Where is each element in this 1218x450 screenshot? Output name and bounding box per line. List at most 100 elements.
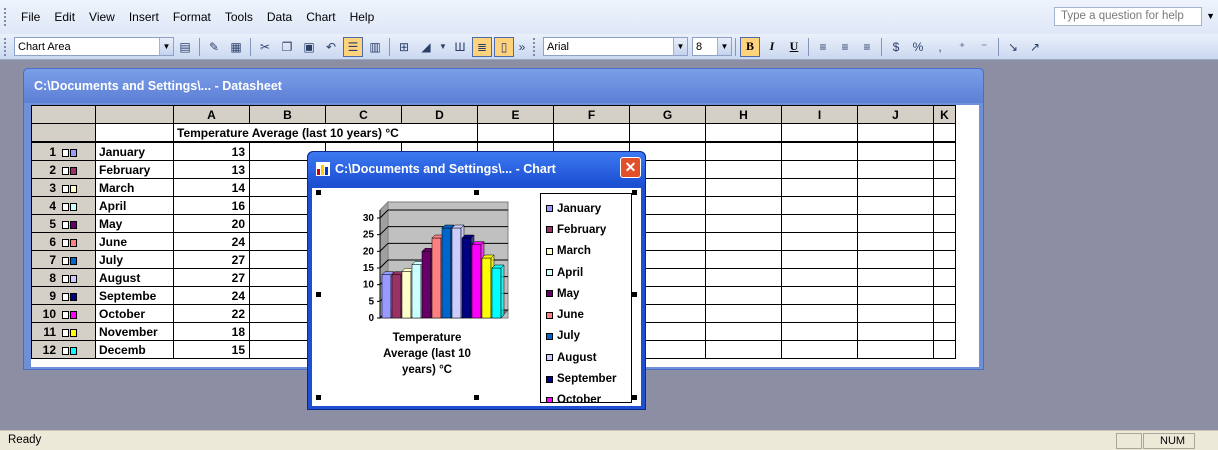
cell[interactable]: [781, 286, 858, 305]
bold-button[interactable]: B: [740, 36, 760, 57]
cell[interactable]: [705, 340, 782, 359]
cell[interactable]: [629, 123, 706, 142]
cell[interactable]: [705, 142, 782, 161]
row-header[interactable]: 6: [31, 232, 96, 251]
selection-handle[interactable]: [474, 395, 479, 400]
cut-icon[interactable]: ✂: [255, 37, 275, 57]
chart-plot[interactable]: 30 25 20 15 10 5 0: [312, 188, 540, 328]
value-cell[interactable]: 14: [173, 178, 250, 197]
column-header-e[interactable]: E: [477, 105, 554, 124]
legend-item[interactable]: June: [546, 304, 631, 325]
cell[interactable]: [857, 196, 934, 215]
undo-icon[interactable]: ↶: [321, 37, 341, 57]
row-label-cell[interactable]: February: [95, 160, 174, 179]
legend-item[interactable]: May: [546, 283, 631, 304]
row-label-cell[interactable]: November: [95, 322, 174, 341]
chart-type-icon[interactable]: ◢: [416, 37, 436, 57]
row-label-cell[interactable]: April: [95, 196, 174, 215]
column-header-h[interactable]: H: [705, 105, 782, 124]
cell[interactable]: [781, 160, 858, 179]
value-cell[interactable]: 16: [173, 196, 250, 215]
cell[interactable]: [857, 142, 934, 161]
column-header-d[interactable]: D: [401, 105, 478, 124]
column-header-j[interactable]: J: [857, 105, 934, 124]
comma-style-icon[interactable]: ,: [930, 37, 950, 57]
cell[interactable]: [781, 142, 858, 161]
align-left-icon[interactable]: ≡: [813, 37, 833, 57]
column-header-c[interactable]: C: [325, 105, 402, 124]
selection-handle[interactable]: [632, 395, 637, 400]
row-header[interactable]: 1: [31, 142, 96, 161]
cell[interactable]: [857, 268, 934, 287]
cell[interactable]: [857, 340, 934, 359]
selection-handle[interactable]: [632, 190, 637, 195]
cell[interactable]: [95, 123, 174, 142]
cell[interactable]: [781, 304, 858, 323]
row-label-cell[interactable]: July: [95, 250, 174, 269]
row-label-cell[interactable]: March: [95, 178, 174, 197]
currency-style-icon[interactable]: $: [886, 37, 906, 57]
cell[interactable]: [705, 268, 782, 287]
row-label-cell[interactable]: October: [95, 304, 174, 323]
value-cell[interactable]: 27: [173, 268, 250, 287]
chart-titlebar[interactable]: C:\Documents and Settings\... - Chart: [308, 152, 645, 185]
format-chart-area-icon[interactable]: ▤: [175, 37, 195, 57]
menu-chart[interactable]: Chart: [299, 7, 342, 27]
view-datasheet-icon[interactable]: ▦: [226, 37, 246, 57]
cell[interactable]: [705, 304, 782, 323]
row-header[interactable]: 9: [31, 286, 96, 305]
toolbar-grip[interactable]: [4, 37, 10, 56]
chart-legend[interactable]: January February March April May June July Augu…: [540, 193, 632, 403]
series-label-cell[interactable]: Temperature Average (last 10 years) °C: [173, 123, 478, 142]
cell[interactable]: [933, 322, 956, 341]
cell[interactable]: [857, 214, 934, 233]
font-size-select[interactable]: 8 ▼: [692, 37, 732, 56]
legend-item[interactable]: January: [546, 198, 631, 219]
cell[interactable]: [553, 123, 630, 142]
row-header[interactable]: 4: [31, 196, 96, 215]
cell[interactable]: [857, 286, 934, 305]
toolbar-grip-2[interactable]: [533, 37, 539, 56]
menu-file[interactable]: File: [14, 7, 47, 27]
close-icon[interactable]: ✕: [620, 157, 641, 178]
cell[interactable]: [857, 322, 934, 341]
row-header[interactable]: 2: [31, 160, 96, 179]
by-column-icon[interactable]: ▥: [365, 37, 385, 57]
menu-view[interactable]: View: [82, 7, 122, 27]
row-label-column-header[interactable]: [95, 105, 174, 124]
row-header[interactable]: 7: [31, 250, 96, 269]
value-cell[interactable]: 22: [173, 304, 250, 323]
cell[interactable]: [705, 232, 782, 251]
cell[interactable]: [705, 214, 782, 233]
column-header-b[interactable]: B: [249, 105, 326, 124]
cell[interactable]: [933, 250, 956, 269]
legend-item[interactable]: April: [546, 262, 631, 283]
legend-item[interactable]: August: [546, 347, 631, 368]
legend-item[interactable]: February: [546, 219, 631, 240]
data-table-icon[interactable]: ⊞: [394, 37, 414, 57]
cell[interactable]: [857, 123, 934, 142]
paste-icon[interactable]: ▣: [299, 37, 319, 57]
cell[interactable]: [781, 268, 858, 287]
cell[interactable]: [857, 178, 934, 197]
italic-button[interactable]: I: [762, 37, 782, 57]
chart-objects-select[interactable]: Chart Area ▼: [14, 37, 174, 56]
cell[interactable]: [933, 286, 956, 305]
menu-grip[interactable]: [4, 8, 10, 26]
legend-item[interactable]: September: [546, 368, 631, 389]
row-label-cell[interactable]: Septembe: [95, 286, 174, 305]
column-header-g[interactable]: G: [629, 105, 706, 124]
cell[interactable]: [933, 214, 956, 233]
value-cell[interactable]: 18: [173, 322, 250, 341]
cell[interactable]: [933, 196, 956, 215]
column-header-f[interactable]: F: [553, 105, 630, 124]
toolbar-overflow-icon[interactable]: »: [516, 37, 528, 57]
value-cell[interactable]: 15: [173, 340, 250, 359]
cell[interactable]: [781, 340, 858, 359]
column-header-i[interactable]: I: [781, 105, 858, 124]
selection-handle[interactable]: [632, 292, 637, 297]
angle-clockwise-icon[interactable]: ↘: [1003, 37, 1023, 57]
copy-icon[interactable]: ❐: [277, 37, 297, 57]
cell[interactable]: [857, 250, 934, 269]
cell[interactable]: [781, 250, 858, 269]
